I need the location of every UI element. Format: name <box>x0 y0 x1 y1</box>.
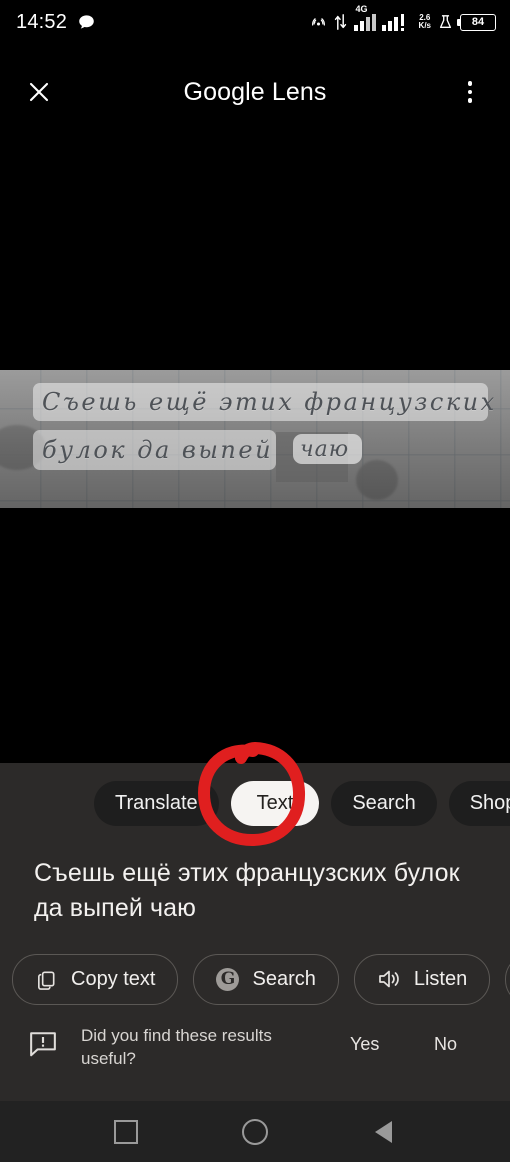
translate-button[interactable]: G文 <box>505 953 510 1005</box>
action-chip-row: Copy text G Search Listen G文 <box>0 950 510 1008</box>
mode-chip-shopping[interactable]: Shopping <box>448 780 510 826</box>
copy-text-label: Copy text <box>71 968 156 990</box>
phone-screen: 14:52 4G 2.6 K/s 84 Google Lens Съешь ещ… <box>0 0 510 1162</box>
data-transfer-icon <box>334 13 347 31</box>
more-vert-icon <box>467 81 473 86</box>
ocr-highlight-line-1[interactable] <box>33 383 488 421</box>
listen-label: Listen <box>413 968 468 990</box>
mode-chip-row: Translate Text Search Shopping <box>0 777 510 829</box>
feedback-bubble-icon <box>29 1031 57 1057</box>
google-g-icon: G <box>216 967 240 991</box>
alarm-flask-icon <box>438 14 453 30</box>
copy-text-button[interactable]: Copy text <box>12 953 179 1005</box>
status-bar-left: 14:52 <box>16 12 96 32</box>
listen-button[interactable]: Listen <box>353 953 491 1005</box>
nav-back-button[interactable] <box>362 1110 406 1154</box>
page-title-lens: Lens <box>271 77 327 106</box>
more-vert-icon <box>467 98 473 103</box>
network-speed-unit: K/s <box>418 21 431 30</box>
cast-icon <box>310 14 327 30</box>
status-bar-right: 4G 2.6 K/s 84 <box>310 4 496 31</box>
recognized-text[interactable]: Съешь ещё этих французских булок да выпе… <box>34 856 478 926</box>
status-bar: 14:52 4G 2.6 K/s 84 <box>0 0 510 44</box>
search-label: Search <box>252 968 316 990</box>
overflow-menu-button[interactable] <box>456 76 484 108</box>
close-icon <box>29 82 49 102</box>
mode-chip-search[interactable]: Search <box>331 780 437 826</box>
square-icon <box>114 1119 139 1144</box>
signal-bars-icon: 4G <box>353 4 412 31</box>
search-button[interactable]: G Search <box>193 953 339 1005</box>
mobile-network-label: 4G <box>355 3 368 14</box>
app-bar: Google Lens <box>0 62 510 122</box>
nav-home-button[interactable] <box>233 1110 277 1154</box>
page-title-google: Google <box>183 77 265 106</box>
ocr-highlight-line-2[interactable] <box>33 430 276 470</box>
circle-icon <box>241 1118 268 1145</box>
nav-recents-button[interactable] <box>104 1110 148 1154</box>
speaker-icon <box>377 968 401 990</box>
network-speed-indicator: 2.6 K/s <box>419 14 431 30</box>
more-vert-icon <box>467 89 473 95</box>
feedback-yes-button[interactable]: Yes <box>350 1034 379 1055</box>
mode-chip-translate[interactable]: Translate <box>94 780 219 826</box>
feedback-no-button[interactable]: No <box>434 1034 457 1055</box>
battery-level: 84 <box>471 15 485 28</box>
close-button[interactable] <box>22 75 56 109</box>
copy-icon <box>35 968 58 991</box>
page-title: Google Lens <box>0 77 510 106</box>
mode-chip-text[interactable]: Text <box>230 780 320 826</box>
triangle-back-icon <box>375 1120 393 1143</box>
chat-bubble-icon <box>77 13 96 32</box>
feedback-question: Did you find these results useful? <box>81 1026 272 1068</box>
battery-icon: 84 <box>457 13 496 31</box>
status-clock: 14:52 <box>16 11 68 33</box>
ocr-highlight-word[interactable] <box>293 434 362 464</box>
android-nav-bar <box>0 1101 510 1162</box>
